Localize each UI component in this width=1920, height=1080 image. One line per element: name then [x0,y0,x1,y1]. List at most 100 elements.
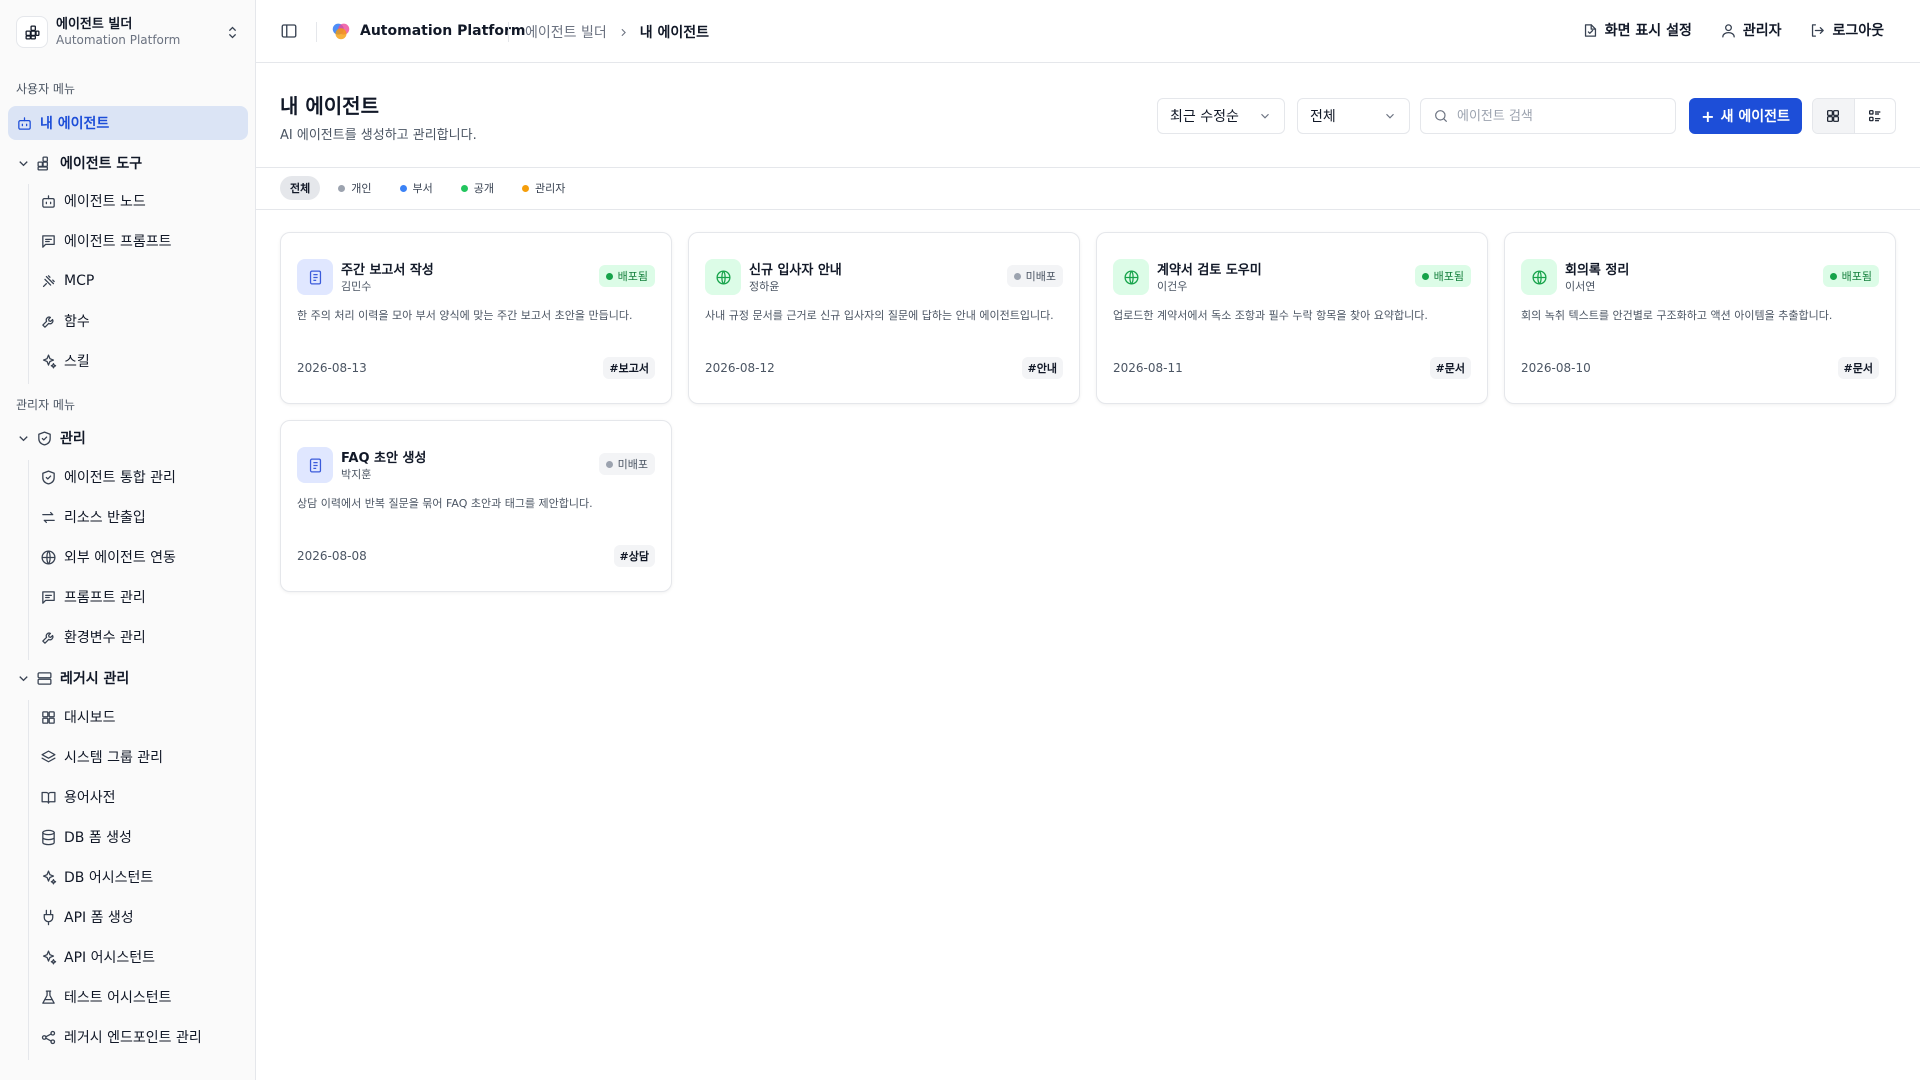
sidebar-item-label: 시스템 그룹 관리 [64,750,164,766]
status-badge: 배포됨 [1822,265,1879,287]
filter-dot [460,184,468,192]
tree-guide-line [28,700,29,1060]
log-out-icon [1809,22,1826,39]
sidebar-item-test-assistant[interactable]: 테스트 어시스턴트 [40,980,248,1014]
sidebar-item-label: 테스트 어시스턴트 [64,990,172,1006]
workspace-switcher[interactable]: 에이전트 빌더 Automation Platform [8,8,248,56]
sidebar-toggle-icon[interactable] [280,22,298,40]
sidebar-item-label: 대시보드 [64,710,116,726]
search-icon [1433,108,1449,124]
globe-icon [1113,259,1149,295]
sidebar-item-env-management[interactable]: 환경변수 관리 [40,620,248,654]
workspace-name: 에이전트 빌더 [56,17,133,32]
sidebar-group-agent-tools[interactable]: 에이전트 도구 [16,146,248,180]
scope-select[interactable]: 전체 [1297,98,1410,134]
filter-chip-personal[interactable]: 개인 [328,176,381,200]
user-icon [1720,22,1737,39]
chevron-down-icon [1258,109,1272,123]
workspace-subtitle: Automation Platform [56,32,181,47]
agent-card[interactable]: 회의록 정리 이서연 배포됨 회의 녹취 텍스트를 안건별로 구조화하고 액션 … [1504,232,1896,404]
display-settings-icon [1582,22,1599,39]
filter-chip-department[interactable]: 부서 [390,176,443,200]
search-input[interactable] [1457,108,1657,124]
brand[interactable]: Automation Platform [330,20,526,42]
sidebar-item-external-agent[interactable]: 외부 에이전트 연동 [40,540,248,574]
page-title: 내 에이전트 [280,94,379,118]
agent-card-title: 신규 입사자 안내 [749,263,842,278]
filter-chip-public[interactable]: 공개 [451,176,504,200]
filter-chips: 전체 개인 부서 공개 관리자 [280,176,575,200]
sidebar-item-api-assistant[interactable]: API 어시스턴트 [40,940,248,974]
filter-dot [399,184,407,192]
user-name: 관리자 [1742,23,1782,39]
user-menu-label: 사용자 메뉴 [16,82,76,96]
logout-button[interactable]: 로그아웃 [1809,20,1884,40]
user-menu-button[interactable]: 관리자 [1720,20,1782,40]
sidebar-item-mcp[interactable]: MCP [40,264,248,298]
agent-card[interactable]: 계약서 검토 도우미 이건우 배포됨 업로드한 계약서에서 독소 조항과 필수 … [1096,232,1488,404]
sparkles-icon [40,949,64,966]
sidebar-item-agent-integrated-management[interactable]: 에이전트 통합 관리 [40,460,248,494]
agent-card-description: 상담 이력에서 반복 질문을 묶어 FAQ 초안과 태그를 제안합니다. [297,497,593,510]
sidebar-item-legacy-endpoint[interactable]: 레거시 엔드포인트 관리 [40,1020,248,1054]
sidebar-item-resource-transfer[interactable]: 리소스 반출입 [40,500,248,534]
sort-select[interactable]: 최근 수정순 [1157,98,1285,134]
arrows-left-right-icon [40,509,64,526]
blocks-icon [36,155,60,172]
sidebar-item-skill[interactable]: 스킬 [40,344,248,378]
agent-card[interactable]: 신규 입사자 안내 정하윤 미배포 사내 규정 문서를 근거로 신규 입사자의 … [688,232,1080,404]
new-agent-button[interactable]: + 새 에이전트 [1689,98,1802,134]
sidebar-item-api-form[interactable]: API 폼 생성 [40,900,248,934]
search-box [1420,98,1676,134]
sidebar-item-label: 리소스 반출입 [64,510,146,526]
plug-icon [40,909,64,926]
sidebar-item-my-agents[interactable]: 내 에이전트 [8,106,248,140]
sidebar-group-legacy[interactable]: 레거시 관리 [16,661,248,695]
chevron-down-icon [16,671,36,686]
bot-icon [40,193,64,210]
sidebar-group-manage[interactable]: 관리 [16,421,248,455]
sidebar-group-label: 관리 [60,431,86,447]
sidebar-item-prompt-management[interactable]: 프롬프트 관리 [40,580,248,614]
agent-card[interactable]: 주간 보고서 작성 김민수 배포됨 한 주의 처리 이력을 모아 부서 양식에 … [280,232,672,404]
page-header: 내 에이전트 AI 에이전트를 생성하고 관리합니다. 최근 수정순 전체 + … [256,64,1920,168]
sparkles-icon [40,869,64,886]
sidebar-item-label: 레거시 엔드포인트 관리 [64,1030,202,1046]
sidebar-item-agent-prompt[interactable]: 에이전트 프롬프트 [40,224,248,258]
sidebar-item-db-form[interactable]: DB 폼 생성 [40,820,248,854]
agent-card-date: 2026-08-10 [1521,361,1591,375]
sidebar-item-agent-node[interactable]: 에이전트 노드 [40,184,248,218]
sidebar-item-label: API 어시스턴트 [64,950,155,966]
sidebar-item-label: 외부 에이전트 연동 [64,550,176,566]
display-settings-button[interactable]: 화면 표시 설정 [1582,20,1692,40]
tree-guide-line [28,460,29,660]
sidebar: 에이전트 빌더 Automation Platform 사용자 메뉴 내 에이전… [0,0,256,1080]
breadcrumb-parent[interactable]: 에이전트 빌더 [525,22,607,42]
sidebar-item-label: 함수 [64,314,90,330]
filter-chip-all[interactable]: 전체 [280,176,321,200]
status-badge-label: 미배포 [1025,270,1056,283]
chevron-down-icon [16,431,36,446]
chevrons-up-down-icon [225,25,240,40]
agent-card-tag: #문서 [1837,357,1879,379]
sidebar-item-glossary[interactable]: 용어사전 [40,780,248,814]
document-icon [297,259,333,295]
list-view-button[interactable] [1853,99,1896,133]
sidebar-item-function[interactable]: 함수 [40,304,248,338]
sidebar-item-system-group[interactable]: 시스템 그룹 관리 [40,740,248,774]
agent-card-description: 회의 녹취 텍스트를 안건별로 구조화하고 액션 아이템을 추출합니다. [1521,309,1833,322]
agent-card[interactable]: FAQ 초안 생성 박지훈 미배포 상담 이력에서 반복 질문을 묶어 FAQ … [280,420,672,592]
filter-chip-admin[interactable]: 관리자 [512,176,575,200]
sidebar-item-label: 스킬 [64,354,90,370]
grid-view-button[interactable] [1813,99,1854,133]
header-divider [508,22,509,42]
agent-card-tag: #상담 [613,545,655,567]
agent-card-owner: 박지훈 [341,468,372,481]
breadcrumb: 에이전트 빌더 내 에이전트 [525,22,709,42]
sidebar-item-dashboard[interactable]: 대시보드 [40,700,248,734]
agent-card-owner: 이건우 [1157,280,1188,293]
agent-card-title: 회의록 정리 [1565,263,1630,278]
sidebar-item-db-assistant[interactable]: DB 어시스턴트 [40,860,248,894]
agent-card-title: 계약서 검토 도우미 [1157,263,1262,278]
agent-card-tag: #문서 [1429,357,1471,379]
